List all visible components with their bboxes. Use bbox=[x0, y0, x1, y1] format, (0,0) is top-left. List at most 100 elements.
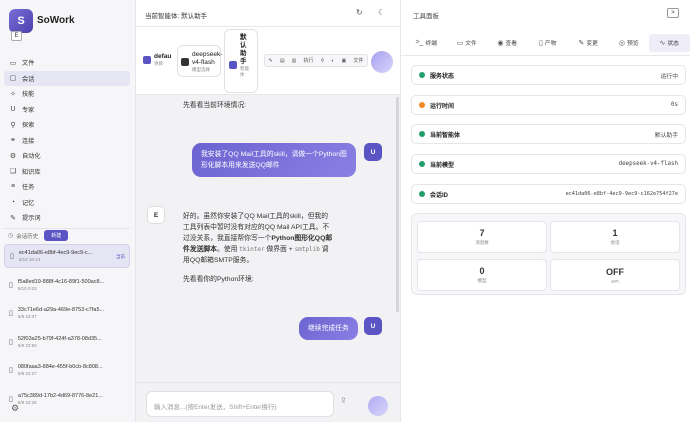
document-icon: ▯ bbox=[9, 367, 13, 374]
stat-label: KPI bbox=[611, 278, 619, 284]
document-icon: ▯ bbox=[9, 281, 13, 289]
file-tool[interactable]: 文件 bbox=[353, 57, 363, 64]
new-chat-button[interactable]: 新建 bbox=[44, 230, 69, 241]
status-dot bbox=[419, 191, 425, 197]
tab-status[interactable]: ∿ 状态 bbox=[649, 33, 690, 52]
agent-action-button[interactable] bbox=[371, 51, 393, 73]
assistant-message: 先看看你的Python环境: bbox=[183, 276, 254, 283]
sidebar-item-label: 技能 bbox=[22, 91, 35, 99]
assistant-message: 先看看当前环境情况: bbox=[183, 102, 247, 109]
history-item-id: a75c389d-17b2-4d69-8776-8e21... bbox=[17, 392, 103, 399]
stat-value: 7 bbox=[479, 228, 485, 238]
terminal-icon: >_ bbox=[415, 39, 424, 46]
project-selector[interactable]: defau 项目 bbox=[143, 53, 171, 67]
sidebar-item-label: 文件 bbox=[22, 60, 35, 68]
chat-area: 先看看当前环境情况: 我安装了QQ Mail工具的skill，请做一个Pytho… bbox=[136, 95, 400, 382]
theme-toggle-icon[interactable]: ☾ bbox=[378, 8, 385, 17]
tab-view[interactable]: ◉ 查看 bbox=[487, 34, 528, 52]
tab-label: 预览 bbox=[627, 41, 639, 47]
tab-files[interactable]: ▭ 文件 bbox=[447, 34, 488, 52]
settings-gear-icon[interactable]: ⚙ bbox=[11, 403, 19, 414]
tab-terminal[interactable]: >_ 终端 bbox=[406, 34, 447, 52]
history-header: ◷ 会话历史 新建 bbox=[4, 228, 130, 242]
agent-selector[interactable]: 默认助手 智能体 bbox=[229, 34, 250, 78]
sidebar-item-label: 任务 bbox=[22, 184, 35, 192]
sidebar-item-memory[interactable]: ◔ 记忆 bbox=[4, 195, 130, 211]
box-tool-icon[interactable]: ▣ bbox=[342, 58, 347, 64]
model-selector-card[interactable]: deepseek-v4-flash 模型选择 bbox=[177, 45, 222, 77]
stat-kpi: OFF KPI bbox=[550, 259, 680, 291]
tab-label: 产物 bbox=[544, 41, 557, 47]
model-selector[interactable]: deepseek-v4-flash 模型选择 bbox=[181, 51, 222, 73]
refresh-icon[interactable]: ↻ bbox=[356, 8, 363, 17]
info-value: ec41da06-e8bf-4ec9-9ec9-c162e754f27e bbox=[565, 191, 678, 197]
sidebar-item-skills[interactable]: ✧ 技能 bbox=[4, 86, 130, 102]
agent-name: 默认助手 bbox=[240, 34, 247, 65]
history-item[interactable]: ▯ ec41da06-e8bf-4ec9-9ec9-c... 5/10 16:14… bbox=[4, 244, 130, 268]
search-tool-icon[interactable]: ⚲ bbox=[321, 58, 325, 64]
history-item[interactable]: ▯ 33c71e6d-a29a-469e-8753-c7fa5... 5/9 23… bbox=[4, 301, 130, 325]
info-label: 会话ID bbox=[430, 192, 449, 199]
history-item[interactable]: ▯ a75c389d-17b2-4d69-8776-8e21... 5/9 22:… bbox=[4, 387, 130, 411]
sheet-tool-icon[interactable]: ▥ bbox=[292, 58, 297, 64]
sidebar-item-experts[interactable]: U 专家 bbox=[4, 102, 130, 118]
sidebar-item-label: 专家 bbox=[22, 106, 35, 114]
document-icon: ▯ bbox=[9, 338, 13, 346]
sidebar-item-label: 自动化 bbox=[22, 153, 41, 161]
sidebar-item-explore[interactable]: ⚲ 探索 bbox=[4, 117, 130, 133]
tab-preview[interactable]: ◎ 预览 bbox=[609, 34, 650, 52]
connect-icon: ⚭ bbox=[10, 137, 16, 145]
status-dot bbox=[419, 102, 425, 108]
skill-icon: ✧ bbox=[10, 90, 16, 98]
tab-artifacts[interactable]: ▯ 产物 bbox=[528, 34, 569, 52]
info-label: 运行时间 bbox=[430, 103, 455, 110]
panel-title: 工具面板 bbox=[413, 13, 439, 20]
sidebar-item-files[interactable]: ▭ 文件 bbox=[4, 55, 130, 71]
panel-collapse-button[interactable]: > bbox=[667, 8, 679, 18]
send-button[interactable] bbox=[368, 396, 388, 416]
history-item-date: 5/9 22:50 bbox=[17, 342, 37, 348]
history-item-date: 5/10 16:14 bbox=[18, 257, 41, 262]
message-input[interactable]: 输入消息...(按Enter发送，Shift+Enter换行) bbox=[146, 391, 334, 417]
model-icon bbox=[181, 58, 189, 66]
sidebar-item-prompts[interactable]: ✎ 提示词 bbox=[4, 210, 130, 226]
user-avatar: U bbox=[364, 317, 382, 335]
history-item[interactable]: ▯ 52f03a25-b79f-424f-a378-08d35... 5/9 22… bbox=[4, 330, 130, 354]
contrast-tool-icon[interactable]: ◐ bbox=[331, 58, 334, 64]
status-icon: ∿ bbox=[659, 39, 666, 47]
sidebar-item-automation[interactable]: ⚙ 自动化 bbox=[4, 148, 130, 164]
session-id-row: 会话ID ec41da06-e8bf-4ec9-9ec9-c162e754f27… bbox=[411, 184, 686, 204]
sidebar-item-tasks[interactable]: ≡ 任务 bbox=[4, 179, 130, 195]
sidebar-item-chat[interactable]: ▢ 会话 bbox=[4, 70, 130, 86]
memory-icon: ◔ bbox=[10, 198, 16, 206]
app-logo: S bbox=[9, 9, 33, 33]
file-icon: ▭ bbox=[456, 39, 464, 47]
input-bar: 输入消息...(按Enter发送，Shift+Enter换行) ⇪ bbox=[136, 382, 400, 422]
execute-tool[interactable]: 执行 bbox=[304, 57, 314, 64]
history-item[interactable]: ▯ 080faaa3-884e-455f-b0cb-8c808... 5/9 22… bbox=[4, 358, 130, 382]
history-item-id: 33c71e6d-a29a-469e-8753-c7fa5... bbox=[17, 307, 105, 313]
task-icon: ≡ bbox=[10, 183, 16, 191]
tool-panel: 工具面板 > >_ 终端 ▭ 文件 ◉ 查看 ▯ 产物 ✎ 变更 ◎ 预览 ∿ 状态 服务状态… bbox=[400, 0, 690, 422]
agent-selector-card[interactable]: 默认助手 智能体 bbox=[224, 29, 258, 93]
doc-tool-icon[interactable]: ▤ bbox=[280, 58, 285, 64]
explore-icon: ⚲ bbox=[10, 121, 16, 129]
uptime-row: 运行时间 0s bbox=[411, 95, 686, 115]
sidebar-item-connect[interactable]: ⚭ 连接 bbox=[4, 133, 130, 149]
agent-icon bbox=[229, 61, 237, 69]
sidebar-item-label: 探索 bbox=[22, 122, 35, 130]
chat-scrollbar[interactable] bbox=[396, 97, 399, 312]
sidebar-item-knowledge[interactable]: ❏ 知识库 bbox=[4, 164, 130, 180]
assistant-text: 做界面 + bbox=[266, 246, 293, 253]
edit-tool-icon[interactable]: ✎ bbox=[269, 58, 273, 64]
tab-changes[interactable]: ✎ 变更 bbox=[568, 34, 609, 52]
project-icon bbox=[143, 56, 151, 64]
sidebar-collapse-button[interactable]: E bbox=[11, 31, 22, 41]
sidebar-item-label: 提示词 bbox=[22, 215, 41, 223]
user-message-bubble: 继续完成任务 bbox=[299, 317, 358, 340]
stat-messages: 7 消息数 bbox=[417, 221, 547, 253]
current-tag: 当前 bbox=[116, 254, 125, 259]
upload-icon[interactable]: ⇪ bbox=[340, 396, 347, 405]
history-item[interactable]: ▯ f5a8ed19-888f-4c16-89f1-500ac8... 5/10 … bbox=[4, 273, 130, 297]
info-value: 0s bbox=[671, 102, 678, 108]
